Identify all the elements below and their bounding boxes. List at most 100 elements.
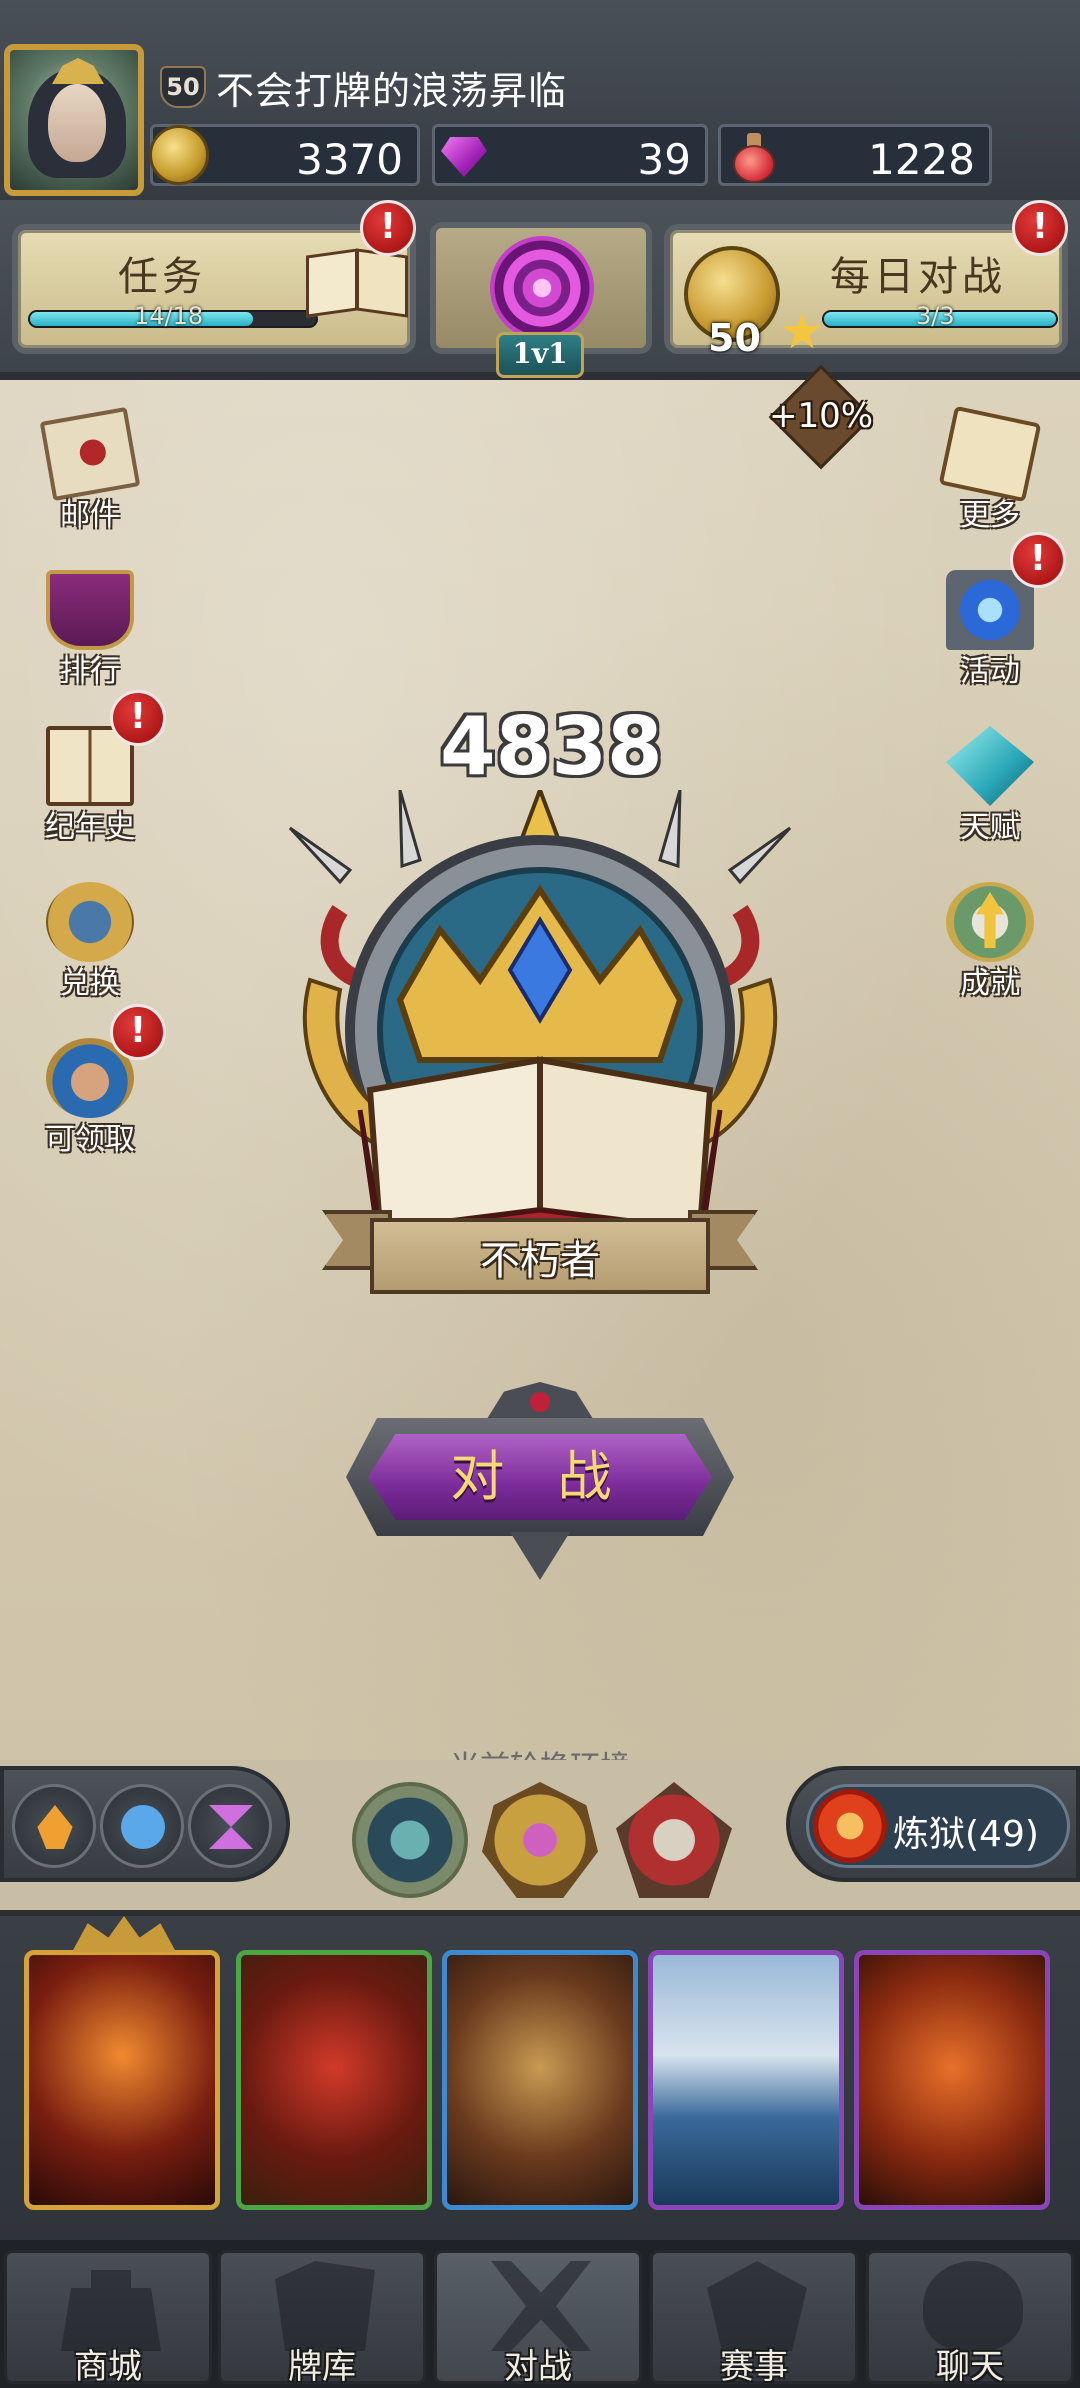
nav-label-events: 赛事 (720, 2347, 788, 2387)
exchange-medal-icon (46, 882, 134, 962)
card-deck-icon (275, 2261, 375, 2351)
current-deck-name: 炼狱(49) (893, 1814, 1039, 1855)
daily-alert-badge: ! (1012, 200, 1068, 256)
nav-label-battle: 对战 (504, 2347, 572, 2387)
card-slot-5[interactable] (854, 1950, 1050, 2210)
crossed-swords-icon (491, 2261, 591, 2351)
chronicle-alert-badge: ! (110, 690, 166, 746)
top-header: 50 不会打牌的浪荡昇临 3370 39 1228 (0, 0, 1080, 200)
gold-counter[interactable]: 3370 (149, 124, 420, 186)
daily-reward-amount: 50 (708, 316, 761, 360)
tournament-crest-icon (707, 2261, 807, 2351)
book-right-page (537, 1056, 714, 1234)
mode-label[interactable]: 1v1 (496, 332, 584, 378)
quest-panel[interactable]: 任务 14/18 (12, 224, 416, 354)
card-slot-2[interactable] (236, 1950, 432, 2210)
daily-battle-panel[interactable]: 每日对战 50 3/3 (664, 224, 1068, 360)
more-scroll-icon (938, 405, 1042, 503)
battle-button-frame: 对 战 (346, 1382, 734, 1582)
sidebar-item-mail[interactable]: 邮件 (30, 406, 150, 544)
sidebar-label-mail: 邮件 (60, 498, 120, 533)
water-class-icon (121, 1805, 165, 1849)
nav-label-chat: 聊天 (936, 2347, 1004, 2387)
sidebar-item-events[interactable]: 活动 (930, 570, 1050, 700)
claimable-alert-badge: ! (110, 1004, 166, 1060)
quest-book-icon (306, 244, 412, 324)
daily-battle-title: 每日对战 (830, 254, 1006, 300)
gem-counter[interactable]: 39 (432, 124, 708, 186)
gem-icon (441, 137, 487, 177)
chat-fist-icon (923, 2261, 1023, 2351)
arcane-class-icon (209, 1805, 253, 1849)
gem-value: 39 (637, 135, 691, 184)
nav-label-deck: 牌库 (288, 2347, 356, 2387)
rotation-set-clock-icon[interactable] (352, 1782, 468, 1898)
events-alert-badge: ! (1010, 532, 1066, 588)
nav-label-shop: 商城 (74, 2347, 142, 2387)
nav-events[interactable]: 赛事 (650, 2250, 858, 2387)
sidebar-label-chronicle: 纪年史 (45, 810, 135, 845)
battle-button[interactable]: 对 战 (368, 1434, 712, 1520)
deck-selector: 炼狱(49) (786, 1766, 1080, 1882)
sidebar-label-talent: 天赋 (960, 810, 1020, 845)
fire-class-icon (37, 1805, 73, 1849)
featured-card-row (0, 1910, 1080, 2240)
card-art-inferno-golem (29, 1955, 215, 2205)
sidebar-label-ranking: 排行 (60, 654, 120, 689)
spear-right-2 (658, 790, 682, 869)
gold-value: 3370 (296, 135, 403, 184)
quest-alert-badge: ! (360, 200, 416, 256)
card-art-red-demon (241, 1955, 427, 2205)
spear-left-1 (288, 826, 353, 885)
mail-icon (39, 406, 141, 502)
avatar-tiara-icon (52, 58, 104, 84)
player-level-badge: 50 (160, 66, 206, 108)
bonus-text: +10% (768, 396, 874, 436)
deck-fire-icon (813, 1789, 887, 1863)
class-water-button[interactable] (100, 1784, 184, 1868)
card-slot-3[interactable] (442, 1950, 638, 2210)
achievement-arrow-icon (946, 882, 1034, 962)
card-slot-4[interactable] (648, 1950, 844, 2210)
nav-shop[interactable]: 商城 (4, 2250, 212, 2387)
talent-crystal-icon (946, 726, 1034, 806)
bonus-tag[interactable]: +10% (768, 364, 874, 470)
quest-progress-text: 14/18 (134, 302, 204, 330)
star-icon (782, 312, 822, 349)
sidebar-item-more[interactable]: 更多 (930, 405, 1050, 544)
player-name: 不会打牌的浪荡昇临 (216, 69, 568, 113)
sidebar-label-more: 更多 (960, 498, 1020, 533)
quest-title: 任务 (118, 254, 206, 300)
rank-title-banner: 不朽者 (322, 1206, 758, 1302)
player-avatar[interactable] (4, 44, 144, 196)
mode-vortex-icon (490, 236, 594, 340)
potion-value: 1228 (868, 135, 975, 184)
potion-counter[interactable]: 1228 (718, 124, 992, 186)
sidebar-label-achievements: 成就 (960, 966, 1020, 1001)
gold-coin-icon (149, 125, 209, 185)
daily-progress-text: 3/3 (916, 302, 955, 330)
nav-battle[interactable]: 对战 (434, 2250, 642, 2387)
shop-icon (61, 2270, 161, 2351)
class-filter-group (0, 1766, 290, 1882)
nav-deck[interactable]: 牌库 (218, 2250, 426, 2387)
sidebar-item-ranking[interactable]: 排行 (30, 570, 150, 700)
sidebar-item-exchange[interactable]: 兑换 (30, 882, 150, 1012)
spear-left-2 (398, 790, 422, 869)
card-art-siege-cannon (447, 1955, 633, 2205)
rank-title: 不朽者 (480, 1238, 600, 1284)
current-deck-button[interactable]: 炼狱(49) (806, 1784, 1070, 1868)
class-fire-button[interactable] (12, 1784, 96, 1868)
rank-rating: 4838 (440, 700, 663, 793)
nav-chat[interactable]: 聊天 (866, 2250, 1074, 2387)
book-left-page (366, 1056, 543, 1234)
sidebar-item-achievements[interactable]: 成就 (930, 882, 1050, 1012)
card-slot-1[interactable] (24, 1950, 220, 2210)
sidebar-item-talent[interactable]: 天赋 (930, 726, 1050, 856)
avatar-face (48, 84, 106, 162)
card-art-fire-dragon (859, 1955, 1045, 2205)
spear-right-1 (727, 826, 792, 885)
potion-icon (731, 131, 777, 183)
sidebar-label-events: 活动 (960, 654, 1020, 689)
class-arcane-button[interactable] (188, 1784, 272, 1868)
